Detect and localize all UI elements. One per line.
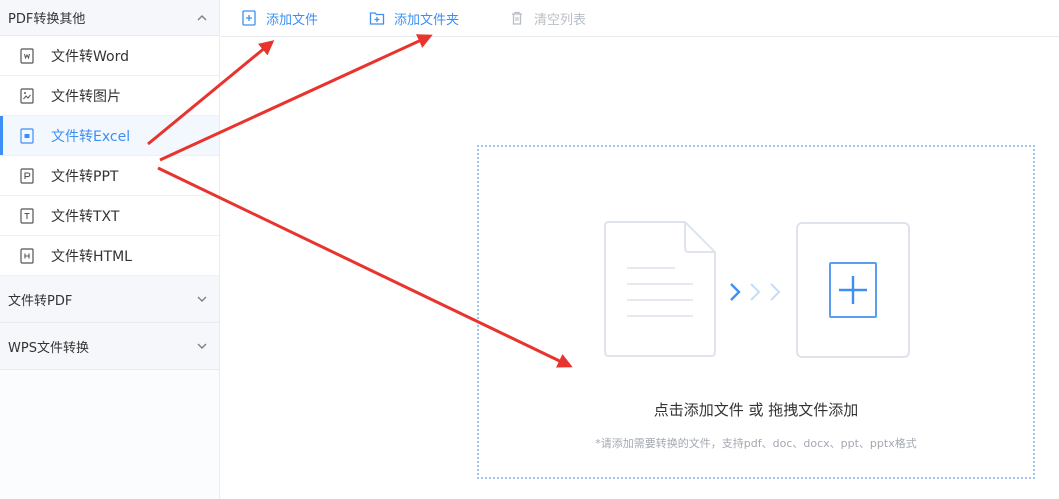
chevron-up-icon (197, 14, 207, 22)
toolbar: 添加文件 添加文件夹 清空列表 (221, 0, 1059, 37)
file-drop-zone[interactable] (477, 145, 1035, 479)
drop-zone-main-hint: 点击添加文件 或 拖拽文件添加 (653, 401, 859, 419)
image-file-icon (20, 87, 34, 104)
add-file-card[interactable] (796, 222, 910, 358)
sidebar-item-to-image[interactable]: 文件转图片 (0, 76, 219, 116)
group-header-wps-convert[interactable]: WPS文件转换 (0, 323, 219, 370)
sidebar-item-label: 文件转Excel (51, 128, 131, 145)
clear-list-button[interactable]: 清空列表 (509, 9, 586, 28)
sidebar-item-to-word[interactable]: 文件转Word (0, 36, 219, 76)
clear-list-label: 清空列表 (534, 12, 587, 28)
add-file-button[interactable]: 添加文件 (241, 9, 318, 28)
sidebar-item-label: 文件转HTML (51, 248, 132, 265)
plus-icon (829, 262, 877, 318)
sidebar-item-label: 文件转TXT (51, 208, 120, 225)
sidebar: PDF转换其他 文件转Word 文件转图片 文件转Excel 文件转PPT 文件… (0, 0, 220, 499)
trash-icon (512, 11, 523, 25)
group-title: 文件转PDF (8, 293, 73, 309)
add-folder-label: 添加文件夹 (394, 12, 460, 28)
convert-arrows-icon (730, 283, 781, 301)
add-folder-button[interactable]: 添加文件夹 (369, 9, 459, 28)
html-file-icon (20, 247, 34, 264)
document-illustration-icon (604, 221, 716, 357)
sidebar-item-to-ppt[interactable]: 文件转PPT (0, 156, 219, 196)
drop-zone-sub-hint: *请添加需要转换的文件，支持pdf、doc、docx、ppt、pptx格式 (595, 437, 917, 450)
sidebar-item-to-txt[interactable]: 文件转TXT (0, 196, 219, 236)
sidebar-item-to-html[interactable]: 文件转HTML (0, 236, 219, 276)
add-folder-icon (369, 12, 385, 25)
excel-file-icon (20, 127, 34, 144)
group-header-file-to-pdf[interactable]: 文件转PDF (0, 276, 219, 323)
group-header-pdf-to-other[interactable]: PDF转换其他 (0, 0, 219, 36)
add-file-label: 添加文件 (266, 12, 319, 28)
group-title: WPS文件转换 (8, 340, 89, 356)
add-file-icon (242, 10, 256, 26)
sidebar-item-label: 文件转图片 (51, 88, 121, 105)
ppt-file-icon (20, 167, 34, 184)
sidebar-item-label: 文件转Word (51, 48, 129, 65)
chevron-down-icon (197, 295, 207, 303)
word-file-icon (20, 47, 34, 64)
chevron-down-icon (197, 342, 207, 350)
sidebar-item-label: 文件转PPT (51, 168, 119, 185)
txt-file-icon (20, 207, 34, 224)
group-title: PDF转换其他 (8, 12, 86, 27)
sidebar-item-to-excel[interactable]: 文件转Excel (0, 116, 219, 156)
